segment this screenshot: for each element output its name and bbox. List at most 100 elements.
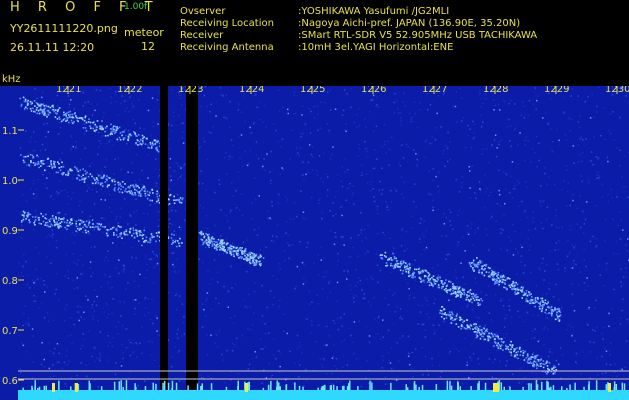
signal-dot: [54, 224, 56, 227]
signal-dot: [134, 188, 136, 191]
signal-dot: [476, 263, 479, 266]
noise-dot: [168, 218, 171, 221]
noise-dot: [120, 315, 122, 317]
noise-dot: [44, 136, 47, 138]
noise-dot: [546, 264, 548, 266]
noise-dot: [517, 310, 519, 313]
signal-dot: [122, 186, 124, 188]
signal-dot: [456, 291, 459, 293]
noise-dot: [231, 350, 234, 352]
signal-dot: [120, 232, 123, 234]
signal-dot: [235, 252, 238, 255]
noise-dot: [555, 215, 557, 217]
noise-dot: [279, 299, 281, 302]
baseline-spike: [477, 383, 479, 390]
noise-dot: [457, 244, 459, 246]
signal-dot: [473, 270, 475, 272]
noise-dot: [225, 94, 228, 96]
noise-dot: [48, 341, 51, 344]
signal-dot: [499, 345, 502, 347]
noise-dot: [416, 165, 419, 168]
noise-dot: [443, 320, 445, 323]
noise-dot: [412, 200, 415, 203]
signal-dot: [434, 279, 436, 281]
noise-dot: [157, 176, 160, 178]
signal-dot: [21, 214, 24, 216]
noise-dot: [472, 353, 475, 355]
noise-dot: [22, 193, 24, 196]
noise-dot: [494, 293, 497, 296]
noise-dot: [356, 358, 358, 360]
noise-dot: [393, 111, 396, 114]
noise-dot: [270, 179, 272, 182]
noise-dot: [541, 200, 543, 203]
signal-dot: [220, 249, 222, 251]
signal-dot: [24, 106, 27, 108]
signal-dot: [531, 302, 533, 304]
baseline-spike: [163, 380, 166, 390]
signal-dot: [139, 234, 141, 236]
noise-dot: [620, 219, 622, 222]
noise-dot: [316, 169, 318, 172]
noise-dot: [95, 304, 98, 306]
signal-dot: [108, 184, 110, 186]
signal-dot: [149, 237, 151, 240]
time-tick-label: 1229: [544, 86, 569, 95]
noise-dot: [32, 180, 35, 182]
noise-dot: [100, 286, 102, 288]
freq-tick-label: 0.9: [2, 226, 18, 237]
noise-dot: [449, 158, 451, 161]
noise-dot: [516, 144, 519, 146]
noise-dot: [302, 132, 304, 135]
noise-dot: [22, 265, 24, 268]
noise-dot: [370, 304, 372, 307]
signal-dot: [226, 249, 229, 252]
noise-dot: [326, 344, 328, 346]
noise-dot: [177, 165, 179, 167]
signal-dot: [519, 346, 521, 349]
signal-dot: [203, 235, 206, 238]
noise-dot: [504, 337, 507, 340]
signal-dot: [476, 335, 479, 337]
signal-dot: [475, 328, 477, 330]
baseline-strip: [18, 390, 629, 400]
signal-dot: [467, 291, 469, 293]
signal-dot: [539, 305, 542, 307]
noise-dot: [396, 306, 399, 308]
noise-dot: [80, 362, 82, 364]
noise-dot: [286, 199, 289, 201]
baseline-spike: [270, 380, 272, 390]
noise-dot: [542, 257, 544, 260]
noise-dot: [440, 338, 443, 340]
noise-dot: [48, 367, 51, 370]
noise-dot: [87, 101, 90, 103]
signal-dot: [118, 187, 120, 189]
signal-dot: [260, 262, 262, 265]
signal-dot: [34, 224, 36, 226]
noise-dot: [480, 114, 482, 117]
noise-dot: [397, 112, 400, 114]
noise-dot: [48, 172, 51, 174]
noise-dot: [508, 305, 510, 307]
noise-dot: [382, 359, 385, 361]
noise-dot: [367, 156, 369, 158]
signal-dot: [469, 262, 471, 265]
noise-dot: [326, 325, 329, 327]
noise-dot: [437, 95, 440, 97]
noise-dot: [235, 337, 238, 340]
noise-dot: [499, 360, 501, 362]
noise-dot: [596, 374, 599, 376]
noise-dot: [434, 138, 437, 141]
noise-dot: [32, 150, 34, 152]
signal-dot: [96, 126, 98, 128]
noise-dot: [307, 161, 310, 164]
noise-dot: [46, 122, 48, 125]
noise-dot: [614, 363, 617, 365]
noise-dot: [82, 105, 84, 107]
noise-dot: [320, 259, 322, 261]
noise-dot: [199, 204, 202, 207]
signal-dot: [118, 136, 121, 139]
noise-dot: [364, 252, 367, 255]
signal-dot: [85, 220, 88, 223]
noise-dot: [583, 232, 585, 234]
